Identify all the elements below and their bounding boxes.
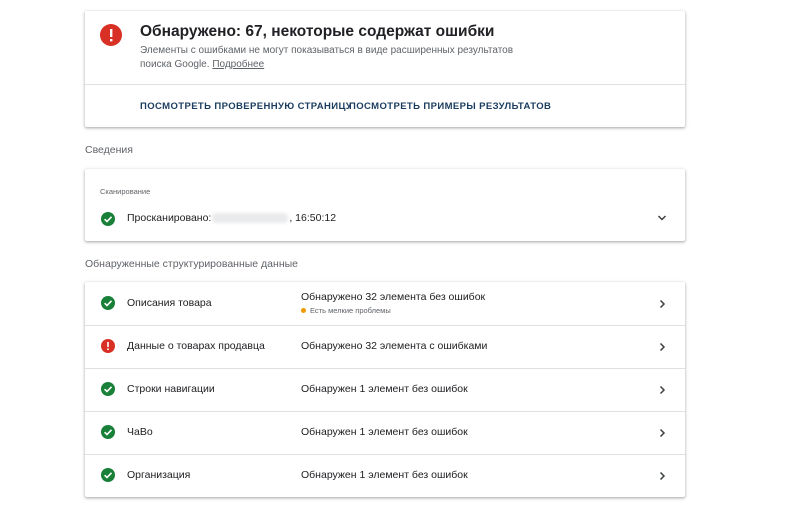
item-result: Обнаружено 32 элемента с ошибками: [301, 340, 488, 352]
detected-item-row[interactable]: ЧаВо Обнаружен 1 элемент без ошибок: [85, 411, 685, 454]
crawl-status-text: Просканировано:: [127, 212, 212, 224]
detected-item-row[interactable]: Организация Обнаружен 1 элемент без ошиб…: [85, 454, 685, 497]
divider: [85, 368, 685, 369]
chevron-right-icon[interactable]: [657, 342, 667, 352]
warning-dot-icon: [301, 308, 306, 313]
summary-description-text: Элементы с ошибками не могут показыватьс…: [140, 45, 514, 70]
chevron-right-icon[interactable]: [657, 471, 667, 481]
item-name: Строки навигации: [127, 383, 215, 395]
crawl-card[interactable]: Сканирование Просканировано: , 16:50:12: [85, 169, 685, 241]
detected-items-card: Описания товара Обнаружено 32 элемента б…: [85, 282, 685, 497]
chevron-down-icon[interactable]: [657, 213, 667, 223]
summary-description: Элементы с ошибками не могут показыватьс…: [140, 44, 540, 72]
item-result: Обнаружен 1 элемент без ошибок: [301, 469, 468, 481]
redacted-date: [212, 213, 289, 223]
error-exclamation-icon: [101, 339, 115, 353]
learn-more-link[interactable]: Подробнее: [212, 59, 264, 70]
chevron-right-icon[interactable]: [657, 428, 667, 438]
item-result: Обнаружен 1 элемент без ошибок: [301, 383, 468, 395]
item-result: Обнаружен 1 элемент без ошибок: [301, 426, 468, 438]
divider: [85, 325, 685, 326]
view-result-examples-button[interactable]: ПОСМОТРЕТЬ ПРИМЕРЫ РЕЗУЛЬТАТОВ: [349, 101, 551, 112]
divider: [85, 454, 685, 455]
detected-item-row[interactable]: Строки навигации Обнаружен 1 элемент без…: [85, 368, 685, 411]
item-warning-note: Есть мелкие проблемы: [301, 306, 391, 315]
crawl-time: , 16:50:12: [289, 212, 337, 224]
check-circle-icon: [101, 212, 115, 226]
detected-item-row[interactable]: Данные о товарах продавца Обнаружено 32 …: [85, 325, 685, 368]
chevron-right-icon[interactable]: [657, 299, 667, 309]
detected-section-title: Обнаруженные структурированные данные: [85, 258, 299, 270]
error-exclamation-icon: [100, 24, 122, 46]
summary-card: Обнаружено: 67, некоторые содержат ошибк…: [85, 11, 685, 127]
item-name: Организация: [127, 469, 191, 481]
item-result: Обнаружено 32 элемента без ошибок: [301, 291, 486, 303]
divider: [85, 84, 685, 85]
item-note: Есть мелкие проблемы: [310, 306, 391, 315]
item-name: Данные о товарах продавца: [127, 340, 265, 352]
divider: [85, 411, 685, 412]
summary-title: Обнаружено: 67, некоторые содержат ошибк…: [140, 23, 495, 40]
chevron-right-icon[interactable]: [657, 385, 667, 395]
crawl-status: Просканировано: , 16:50:12: [127, 212, 336, 224]
check-circle-icon: [101, 468, 115, 482]
check-circle-icon: [101, 425, 115, 439]
view-tested-page-button[interactable]: ПОСМОТРЕТЬ ПРОВЕРЕННУЮ СТРАНИЦУ: [140, 101, 352, 112]
item-name: Описания товара: [127, 297, 212, 309]
crawl-label: Сканирование: [100, 187, 151, 196]
detected-item-row[interactable]: Описания товара Обнаружено 32 элемента б…: [85, 282, 685, 325]
check-circle-icon: [101, 296, 115, 310]
details-section-title: Сведения: [85, 144, 133, 156]
item-name: ЧаВо: [127, 426, 153, 438]
check-circle-icon: [101, 382, 115, 396]
